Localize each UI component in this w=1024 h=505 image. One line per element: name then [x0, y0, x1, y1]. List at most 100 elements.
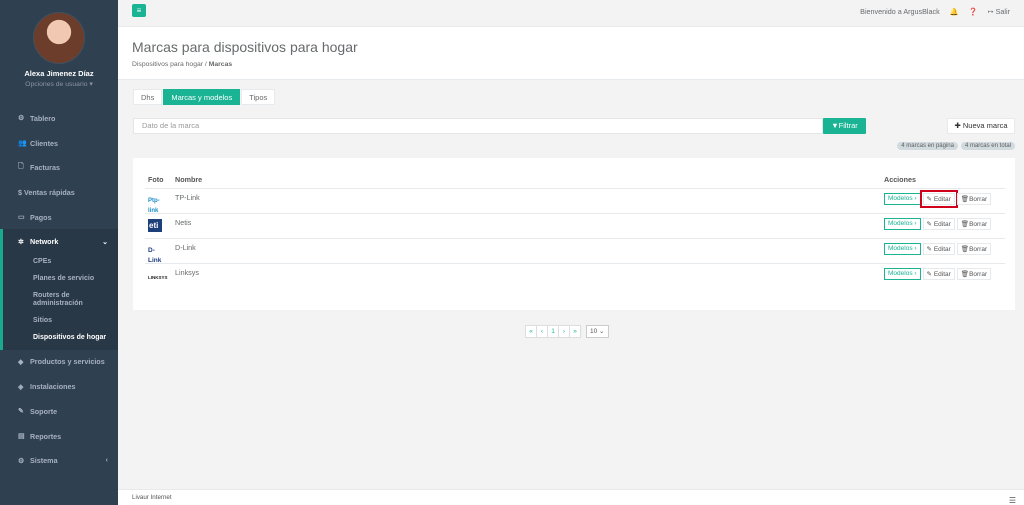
sidebar-item-label: Productos y servicios	[30, 357, 105, 367]
delete-label: Borrar	[969, 196, 988, 203]
breadcrumb: Dispositivos para hogar / Marcas	[132, 61, 1024, 68]
user-options-dropdown[interactable]: Opciones de usuario ▾	[0, 80, 118, 88]
trash-icon: 🗑	[960, 221, 970, 228]
delete-label: Borrar	[969, 246, 988, 253]
tag-icon: ◆	[18, 358, 24, 366]
page-header: Marcas para dispositivos para hogar Disp…	[118, 27, 1024, 80]
page-title: Marcas para dispositivos para hogar	[132, 39, 358, 55]
models-button[interactable]: Modelos ›	[884, 193, 921, 205]
submenu-item-planes[interactable]: Planes de servicio	[3, 271, 118, 288]
edit-button[interactable]: ✎ Editar	[922, 218, 955, 230]
tab-tipos[interactable]: Tipos	[241, 89, 276, 105]
sidebar-item-label: Tablero	[30, 113, 56, 123]
sidebar-item-clientes[interactable]: 👥 Clientes	[0, 131, 118, 156]
edit-icon: ✎	[926, 271, 932, 278]
edit-label: Editar	[933, 271, 951, 278]
submenu-item-sitios[interactable]: Sitios	[3, 313, 118, 330]
row-actions: Modelos › ✎ Editar 🗑Borrar	[884, 268, 992, 280]
sidebar-item-soporte[interactable]: ✎ Soporte	[0, 399, 118, 424]
sidebar-item-label: $ Ventas rápidas	[18, 187, 75, 197]
footer-text: Livaur Internet	[132, 494, 172, 501]
table-row: eti Netis Modelos › ✎ Editar 🗑Borrar	[145, 213, 1005, 238]
tab-marcas-modelos[interactable]: Marcas y modelos	[163, 89, 241, 105]
menu-toggle-button[interactable]: ≡	[132, 4, 146, 17]
network-icon: ✲	[18, 238, 24, 246]
sidebar-item-sistema[interactable]: ⚙ Sistema ‹	[0, 448, 118, 473]
page-count-badge: 4 marcas en página	[897, 142, 958, 150]
count-badges: 4 marcas en página 4 marcas en total	[897, 142, 1015, 150]
page-size-select[interactable]: 10 ⌄	[586, 325, 609, 338]
row-actions: Modelos › ✎ Editar 🗑Borrar	[884, 218, 992, 230]
chevron-down-icon: ⌄	[102, 238, 108, 246]
edit-button[interactable]: ✎ Editar	[922, 268, 955, 280]
trash-icon: 🗑	[960, 271, 970, 278]
submenu-item-cpes[interactable]: CPEs	[3, 254, 118, 271]
tab-dhs[interactable]: Dhs	[133, 89, 163, 105]
delete-button[interactable]: 🗑Borrar	[956, 218, 992, 230]
welcome-text: Bienvenido a ArgusBlack	[860, 7, 940, 16]
submenu-item-routers[interactable]: Routers de administración	[3, 288, 118, 314]
sidebar-item-productos[interactable]: ◆ Productos y servicios	[0, 350, 118, 375]
invoice-icon: 🗋	[18, 163, 24, 171]
install-icon: ◈	[18, 383, 24, 391]
sidebar-item-label: Clientes	[30, 138, 58, 148]
new-brand-button[interactable]: ✚ Nueva marca	[947, 118, 1015, 134]
page-last-button[interactable]: »	[569, 325, 581, 338]
brand-search-input[interactable]: Dato de la marca	[133, 118, 823, 134]
delete-label: Borrar	[969, 221, 988, 228]
row-actions: Modelos › ✎ Editar 🗑Borrar	[884, 190, 992, 208]
sidebar-item-ventas[interactable]: $ Ventas rápidas	[0, 180, 118, 205]
filter-button-label: Filtrar	[838, 121, 858, 130]
table-row: LINKSYS Linksys Modelos › ✎ Editar 🗑Borr…	[145, 263, 1005, 288]
users-icon: 👥	[18, 140, 27, 148]
new-brand-label: Nueva marca	[962, 121, 1008, 130]
brand-name: TP-Link	[175, 193, 200, 202]
logout-link[interactable]: ↦ Salir	[988, 7, 1010, 16]
edit-label: Editar	[933, 196, 951, 203]
chevron-left-icon: ‹	[105, 457, 108, 465]
sidebar-item-instalaciones[interactable]: ◈ Instalaciones	[0, 374, 118, 399]
submenu-item-dispositivos[interactable]: Dispositivos de hogar	[3, 330, 118, 347]
trash-icon: 🗑	[960, 246, 970, 253]
models-button[interactable]: Modelos ›	[884, 243, 921, 255]
page-size-value: 10	[590, 328, 598, 335]
delete-button[interactable]: 🗑Borrar	[956, 193, 992, 205]
topbar: ≡ Bienvenido a ArgusBlack 🔔 ❓ ↦ Salir	[118, 0, 1024, 27]
sidebar-item-pagos[interactable]: ▭ Pagos	[0, 205, 118, 230]
help-icon[interactable]: ❓	[969, 7, 978, 16]
brands-table-panel: Foto Nombre Acciones Ptp-link TP-Link Mo…	[133, 158, 1015, 310]
brand-name: Linksys	[175, 268, 199, 277]
tab-bar: Dhs Marcas y modelos Tipos	[133, 89, 276, 105]
breadcrumb-parent[interactable]: Dispositivos para hogar	[132, 61, 203, 68]
footer-menu-icon[interactable]: ☰	[1009, 493, 1016, 505]
delete-label: Borrar	[969, 271, 988, 278]
models-button[interactable]: Modelos ›	[884, 268, 921, 280]
footer: Livaur Internet ☰	[118, 489, 1024, 505]
column-header-actions: Acciones	[884, 175, 916, 184]
column-header-name: Nombre	[175, 175, 203, 184]
edit-button[interactable]: ✎ Editar	[922, 243, 955, 255]
chevron-down-icon: ⌄	[599, 328, 605, 335]
filter-button[interactable]: ▼Filtrar	[823, 118, 866, 134]
logout-icon: ↦	[987, 7, 994, 16]
breadcrumb-separator: /	[204, 61, 207, 68]
sidebar-item-tablero[interactable]: ⚙ Tablero	[0, 106, 118, 131]
bell-icon[interactable]: 🔔	[950, 7, 959, 16]
payments-icon: ▭	[18, 214, 25, 222]
models-button[interactable]: Modelos ›	[884, 218, 921, 230]
user-name: Alexa Jimenez Díaz	[24, 69, 94, 78]
avatar[interactable]	[33, 12, 85, 64]
sidebar-item-facturas[interactable]: 🗋 Facturas	[0, 155, 118, 180]
table-row: D-Link D-Link Modelos › ✎ Editar 🗑Borrar	[145, 238, 1005, 264]
edit-icon: ✎	[926, 196, 932, 203]
edit-button[interactable]: ✎ Editar	[919, 190, 958, 208]
sidebar-item-reportes[interactable]: ▤ Reportes	[0, 424, 118, 449]
delete-button[interactable]: 🗑Borrar	[956, 243, 992, 255]
delete-button[interactable]: 🗑Borrar	[956, 268, 992, 280]
sidebar-item-network[interactable]: ✲ Network ⌄	[0, 229, 118, 255]
sidebar-nav: ⚙ Tablero 👥 Clientes 🗋 Facturas $ Ventas rá…	[0, 106, 118, 473]
sidebar-item-label: Facturas	[30, 163, 60, 173]
dashboard-icon: ⚙	[18, 115, 25, 123]
trash-icon: 🗑	[960, 196, 970, 203]
edit-label: Editar	[933, 221, 951, 228]
